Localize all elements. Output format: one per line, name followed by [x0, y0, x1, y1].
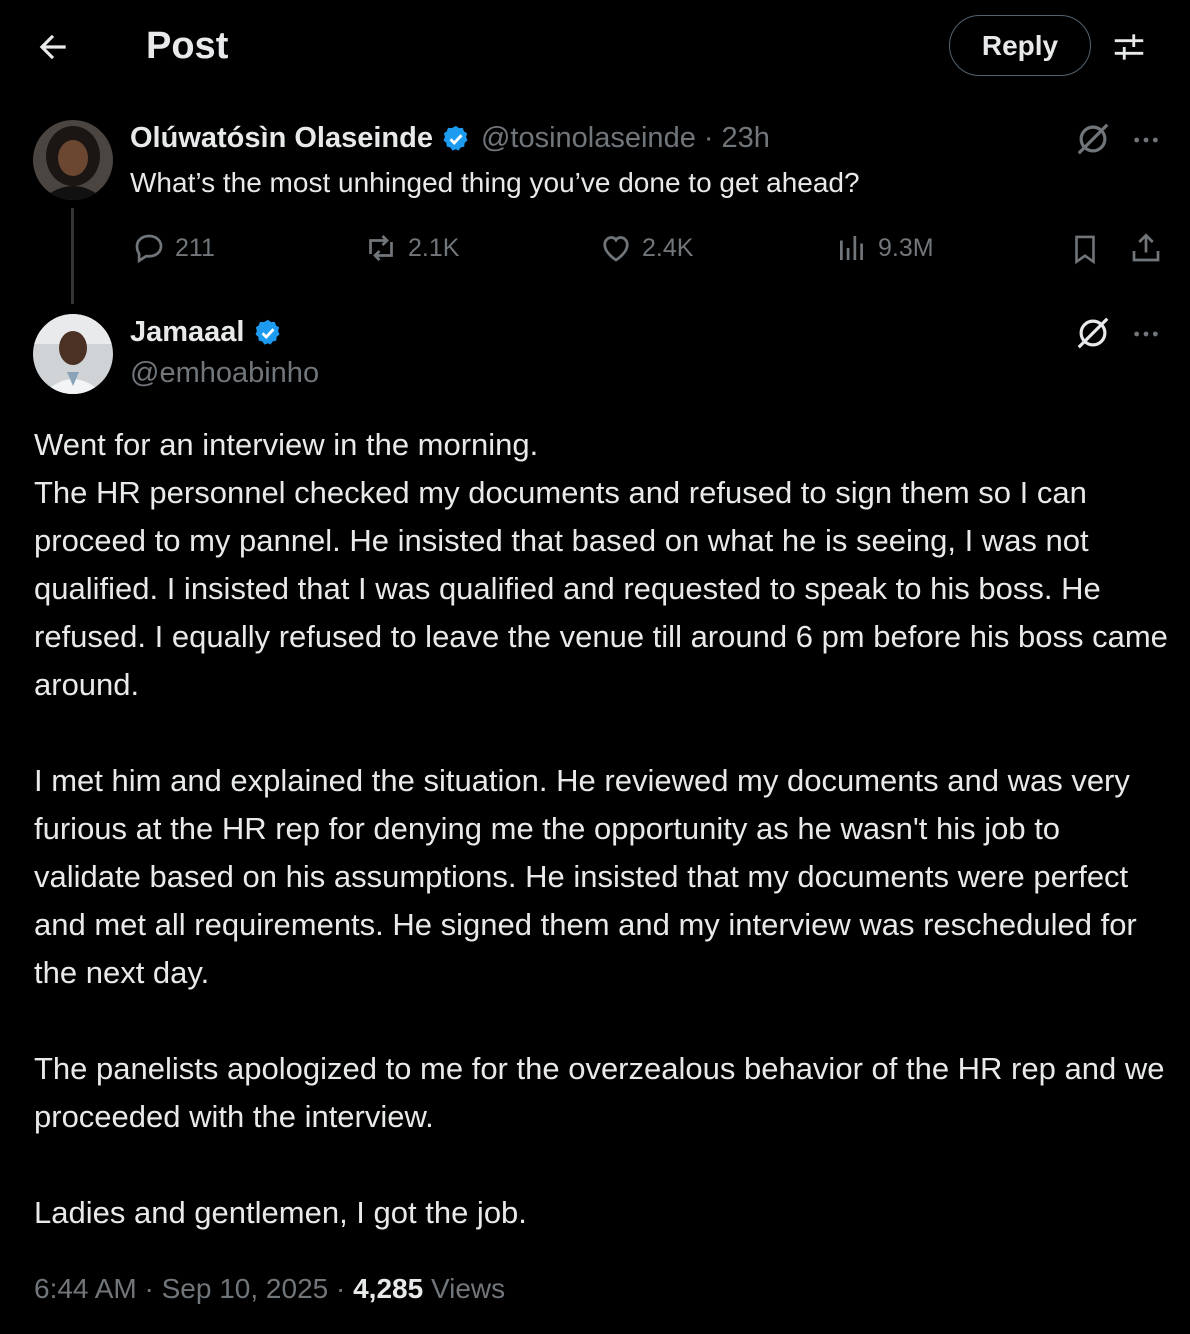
back-arrow-icon[interactable]: [34, 28, 72, 66]
repost-count: 2.1K: [408, 233, 460, 262]
post-time[interactable]: 6:44 AM: [34, 1273, 137, 1304]
repost-action[interactable]: 2.1K: [362, 230, 459, 266]
thread-connector-line: [71, 208, 74, 304]
views-count: 4,285: [353, 1273, 424, 1304]
post-paragraph: Went for an interview in the morning. Th…: [34, 427, 1168, 702]
share-icon[interactable]: [1128, 230, 1164, 266]
post-date[interactable]: Sep 10, 2025: [162, 1273, 329, 1304]
avatar[interactable]: [33, 120, 113, 200]
reply-button[interactable]: Reply: [949, 15, 1091, 76]
filter-settings-icon[interactable]: [1110, 28, 1148, 66]
post-paragraph: I met him and explained the situation. H…: [34, 763, 1137, 990]
verified-badge-icon: [441, 124, 471, 154]
post-time[interactable]: 23h: [722, 122, 770, 155]
more-options-icon[interactable]: [1130, 124, 1162, 156]
like-action[interactable]: 2.4K: [598, 230, 693, 266]
views-action[interactable]: 9.3M: [834, 230, 934, 266]
like-count: 2.4K: [642, 233, 694, 262]
avatar[interactable]: [33, 314, 113, 394]
reply-action[interactable]: 211: [131, 230, 215, 266]
bookmark-icon[interactable]: [1068, 231, 1102, 267]
reply-count: 211: [175, 233, 215, 262]
views-label: Views: [430, 1273, 506, 1304]
separator-dot: ·: [703, 122, 714, 154]
post-paragraph: The panelists apologized to me for the o…: [34, 1051, 1165, 1134]
author-handle[interactable]: @tosinolaseinde: [481, 122, 696, 155]
verified-badge-icon: [253, 318, 283, 348]
post-header: Jamaaal: [130, 316, 283, 349]
post-text: What’s the most unhinged thing you’ve do…: [130, 167, 860, 198]
author-handle[interactable]: @emhoabinho: [130, 357, 319, 390]
analytics-icon: [840, 236, 863, 260]
page-title: Post: [146, 25, 229, 67]
grok-icon[interactable]: [1074, 314, 1112, 352]
post-paragraph: Ladies and gentlemen, I got the job.: [34, 1195, 527, 1230]
post-metadata: 6:44 AM · Sep 10, 2025 · 4,285 Views: [34, 1273, 505, 1305]
post-header: Olúwatósìn Olaseinde @tosinolaseinde · 2…: [130, 122, 770, 155]
more-options-icon[interactable]: [1130, 318, 1162, 350]
repost-icon: [369, 235, 393, 261]
grok-icon[interactable]: [1074, 120, 1112, 158]
separator-dot: ·: [336, 1273, 346, 1304]
post-body: Went for an interview in the morning. Th…: [34, 421, 1174, 1237]
heart-icon: [603, 236, 629, 262]
view-count: 9.3M: [878, 233, 934, 262]
separator-dot: ·: [144, 1273, 154, 1304]
author-name[interactable]: Olúwatósìn Olaseinde: [130, 122, 433, 155]
author-name[interactable]: Jamaaal: [130, 316, 245, 349]
comment-icon: [135, 234, 163, 264]
